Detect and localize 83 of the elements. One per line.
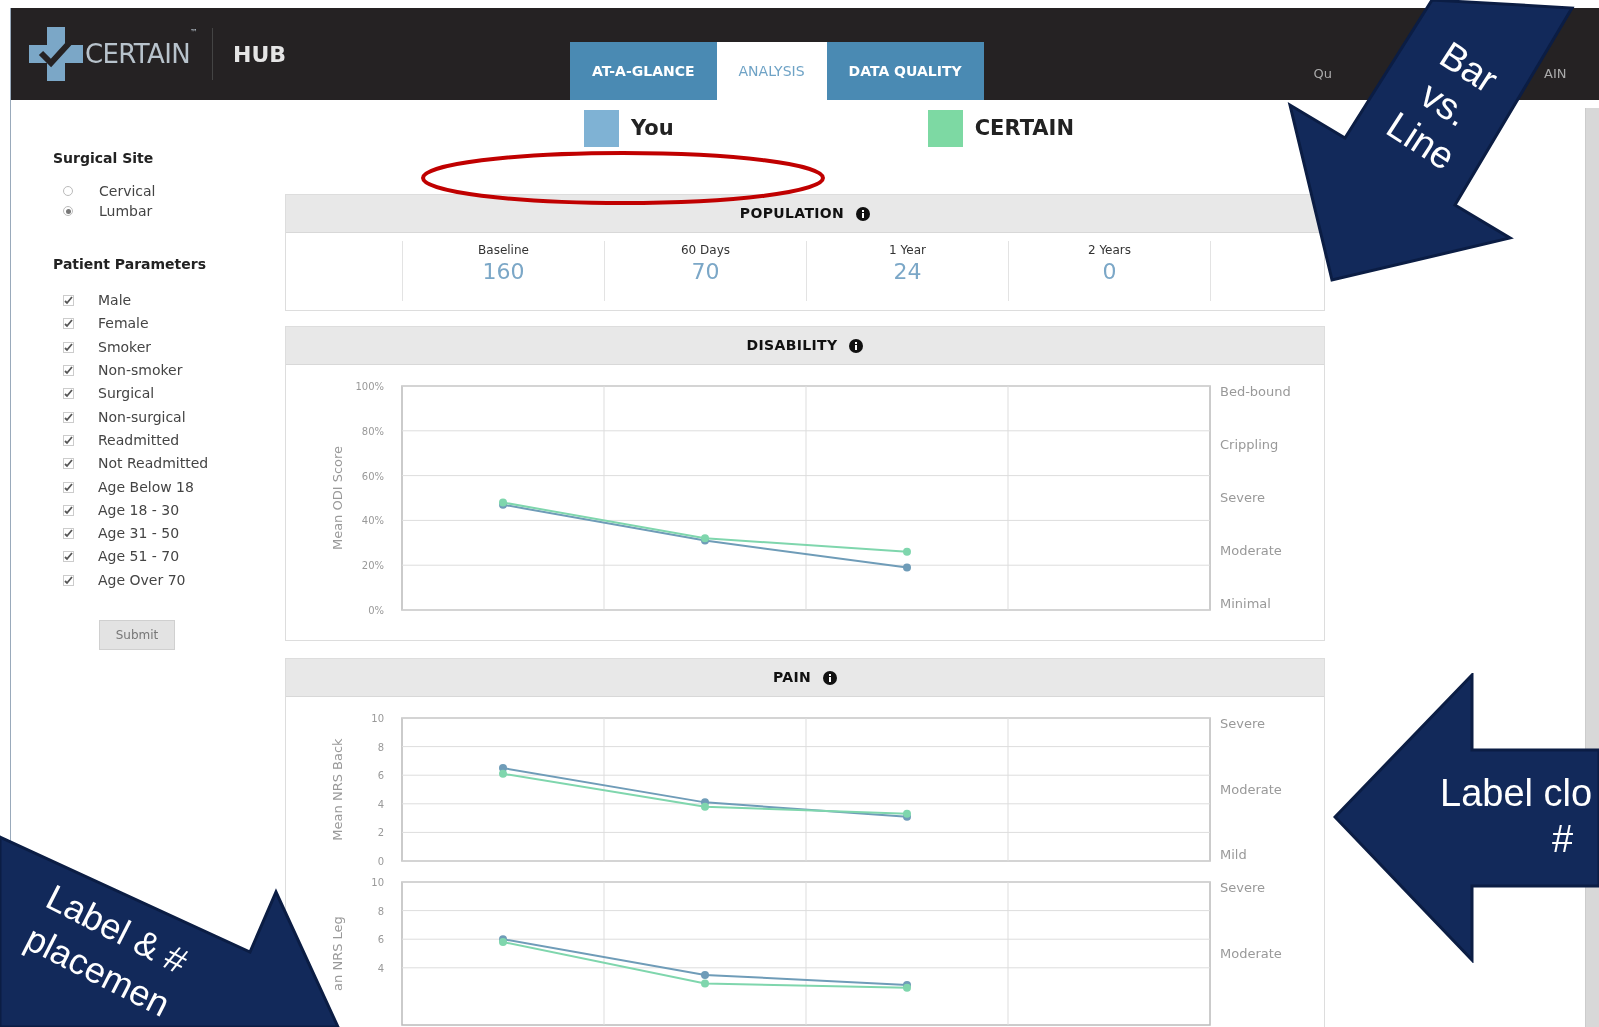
population-count: 70 (691, 259, 720, 285)
nav-tab[interactable]: ANALYSIS (716, 42, 827, 100)
legend-label: You (631, 114, 674, 142)
level-label: Minimal (1220, 596, 1271, 611)
level-label: Moderate (1220, 543, 1282, 558)
checkbox[interactable] (63, 574, 74, 586)
callout-text: # (1552, 817, 1574, 862)
y-tick-label: 4 (377, 962, 384, 974)
checkbox-label: Male (98, 291, 132, 311)
point (903, 563, 911, 572)
checkbox[interactable] (63, 341, 74, 353)
population-count: 0 (1102, 259, 1117, 285)
point (701, 970, 709, 979)
radio-label: Lumbar (99, 201, 153, 221)
y-tick-label: 20% (361, 560, 384, 572)
checkbox-label: Not Readmitted (98, 454, 209, 474)
nav-tab[interactable]: AT-A-GLANCE (570, 42, 717, 100)
checkbox[interactable] (63, 504, 74, 516)
y-tick-label: 40% (361, 515, 384, 527)
level-label: Crippling (1220, 437, 1279, 452)
logo-text: CERTAIN (85, 37, 190, 71)
callout-text: Label clo (1440, 771, 1593, 816)
checkbox-label: Surgical (98, 384, 155, 404)
checkbox-label: Readmitted (98, 430, 180, 450)
y-axis-title: an NRS Leg (330, 916, 345, 991)
panel-title: POPULATION (739, 204, 845, 223)
radio-label: Cervical (99, 181, 156, 201)
checkbox-label: Age Over 70 (98, 570, 186, 590)
nav-link[interactable]: Qu (1313, 64, 1333, 84)
trademark-mark: ™ (190, 27, 198, 39)
section-heading: Surgical Site (53, 149, 155, 168)
checkbox-label: Smoker (98, 337, 152, 357)
panel-title: DISABILITY (746, 336, 838, 355)
checkbox-label: Age 51 - 70 (98, 547, 180, 567)
y-tick-label: 10 (371, 713, 384, 724)
logo-icon (29, 27, 83, 81)
y-tick-label: 100% (355, 381, 384, 392)
point (499, 769, 507, 778)
checkbox-label: Non-surgical (98, 407, 186, 427)
population-label: Baseline (478, 242, 529, 259)
y-tick-label: 6 (377, 934, 384, 946)
population-label: 1 Year (889, 242, 926, 259)
level-label: Mild (1220, 847, 1247, 862)
checkbox-label: Female (98, 314, 149, 334)
level-label: Severe (1220, 716, 1265, 731)
level-label: Severe (1220, 490, 1265, 505)
y-tick-label: 4 (377, 798, 384, 810)
point (701, 802, 709, 811)
y-tick-label: 60% (361, 470, 384, 482)
level-label: Severe (1220, 880, 1265, 895)
y-tick-label: 8 (377, 905, 384, 917)
panel-title: PAIN (772, 668, 812, 687)
y-tick-label: 8 (377, 741, 384, 753)
level-label: Bed-bound (1220, 384, 1291, 399)
info-icon[interactable] (856, 206, 871, 221)
y-tick-label: 10 (371, 878, 384, 888)
nav-tab[interactable]: DATA QUALITY (826, 42, 984, 100)
point (701, 979, 709, 988)
info-icon[interactable] (849, 338, 864, 353)
submit-button[interactable]: Submit (99, 619, 175, 650)
nav-link[interactable]: AIN (1544, 64, 1567, 84)
y-tick-label: 80% (361, 425, 384, 437)
y-axis-title: Mean ODI Score (330, 445, 345, 551)
y-tick-label: 6 (377, 770, 384, 782)
level-label: Moderate (1220, 945, 1282, 961)
section-heading: Patient Parameters (53, 255, 208, 274)
population-count: 160 (482, 259, 525, 285)
population-label: 60 Days (681, 242, 730, 259)
point (903, 547, 911, 556)
checkbox-label: Non-smoker (98, 361, 183, 381)
y-axis-title: Mean NRS Back (330, 738, 345, 841)
legend-label: CERTAIN (974, 114, 1074, 142)
population-label: 2 Years (1087, 242, 1132, 259)
y-tick-label: 0% (368, 605, 384, 616)
product-name: HUB (233, 40, 287, 69)
y-tick-label: 0 (377, 856, 384, 867)
population-count: 24 (893, 259, 922, 285)
level-label: Moderate (1220, 781, 1282, 797)
checkbox-label: Age Below 18 (98, 477, 194, 497)
info-icon[interactable] (823, 670, 838, 685)
checkbox-label: Age 18 - 30 (98, 500, 180, 520)
checkbox-label: Age 31 - 50 (98, 524, 180, 544)
y-tick-label: 2 (377, 827, 384, 839)
